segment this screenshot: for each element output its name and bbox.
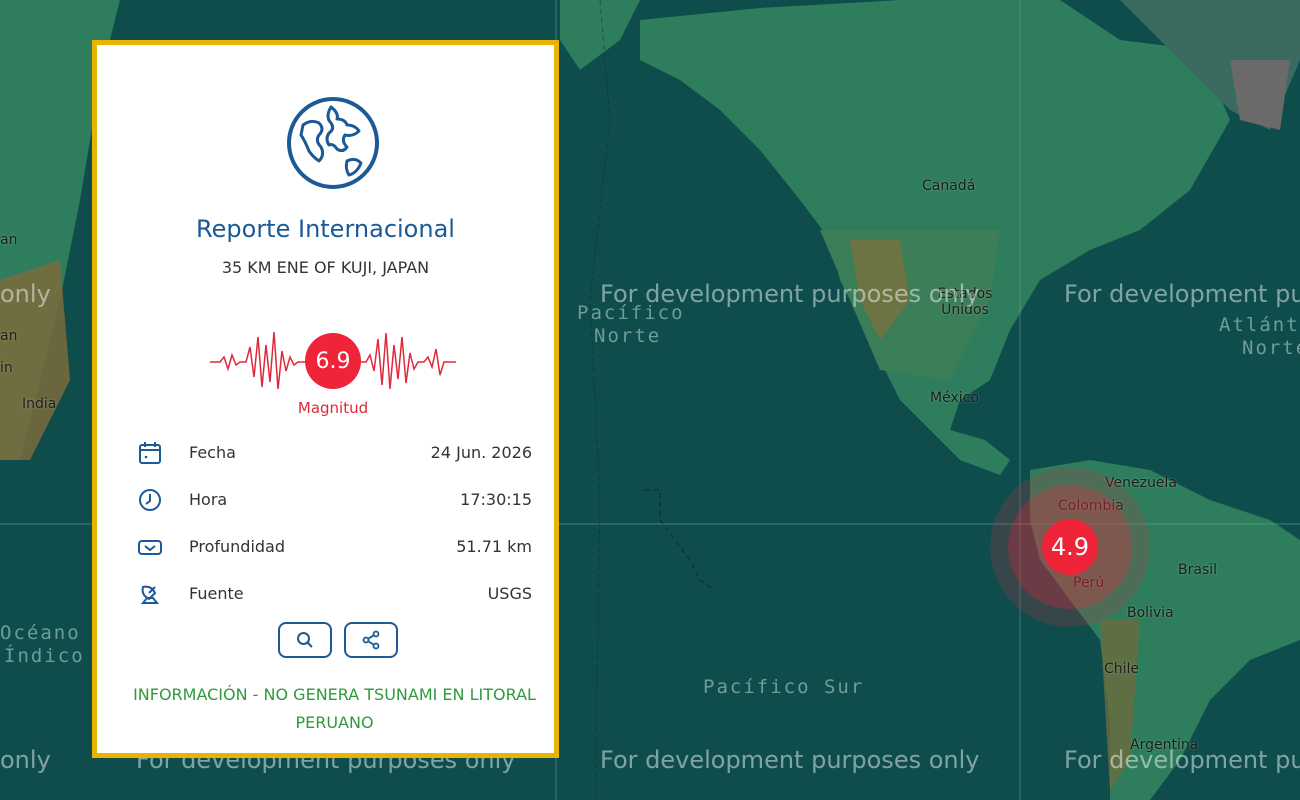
satellite-dish-icon [140, 585, 160, 604]
share-button[interactable] [344, 622, 398, 658]
map-label-india: India [22, 396, 57, 412]
map-label-fragment: an [0, 328, 18, 344]
report-title: Reporte Internacional [196, 215, 455, 243]
map-label-fragment: an [0, 232, 18, 248]
share-icon [362, 630, 380, 650]
watermark: For development purposes only [1064, 280, 1300, 308]
detail-value: USGS [487, 584, 532, 603]
map-label-bolivia: Bolivia [1127, 605, 1174, 621]
earthquake-report-card: Reporte Internacional 35 KM ENE OF KUJI,… [92, 40, 559, 758]
detail-value: 24 Jun. 2026 [430, 443, 532, 462]
watermark-fragment: only [0, 280, 51, 308]
ocean-label-indian-2: Índico [4, 645, 85, 667]
ocean-label-atlantic-1: Atlánti [1219, 314, 1300, 336]
earthquake-marker-magnitude[interactable]: 4.9 [1042, 519, 1098, 575]
ocean-label-north-pacific-2: Norte [594, 325, 662, 347]
detail-value: 17:30:15 [460, 490, 532, 509]
detail-row-time: Hora 17:30:15 [137, 485, 532, 515]
detail-row-depth: Profundidad 51.71 km [137, 532, 532, 562]
watermark: For development purposes only [600, 746, 980, 774]
magnitude-badge: 6.9 [305, 333, 361, 389]
search-icon [297, 632, 313, 648]
search-button[interactable] [278, 622, 332, 658]
detail-row-source: Fuente USGS [137, 579, 532, 609]
earthquake-marker[interactable]: 4.9 [990, 467, 1150, 627]
watermark-fragment: only [0, 746, 51, 774]
globe-icon [287, 97, 379, 189]
detail-label: Fuente [189, 584, 244, 603]
watermark: For development purposes only [1064, 746, 1300, 774]
ocean-label-atlantic-2: Norte [1242, 337, 1300, 359]
detail-label: Hora [189, 490, 228, 509]
detail-value: 51.71 km [456, 537, 532, 556]
map-label-canada: Canadá [922, 178, 976, 194]
ocean-label-south-pacific: Pacífico Sur [703, 676, 865, 698]
detail-label: Profundidad [189, 537, 286, 556]
detail-row-date: Fecha 24 Jun. 2026 [137, 438, 532, 468]
watermark: For development purposes only [600, 280, 980, 308]
calendar-icon [139, 442, 161, 464]
detail-label: Fecha [189, 443, 236, 462]
event-location: 35 KM ENE OF KUJI, JAPAN [221, 258, 430, 277]
ocean-label-indian-1: Océano [0, 622, 81, 644]
map-label-brasil: Brasil [1178, 562, 1218, 578]
map-label-mexico: México [930, 390, 979, 406]
map-label-chile: Chile [1104, 661, 1140, 677]
map-label-fragment: in [0, 360, 13, 376]
depth-icon [138, 540, 162, 555]
magnitude-label: Magnitud [297, 399, 369, 417]
clock-icon [139, 489, 161, 511]
tsunami-notice: INFORMACIÓN - NO GENERA TSUNAMI EN LITOR… [133, 685, 536, 732]
